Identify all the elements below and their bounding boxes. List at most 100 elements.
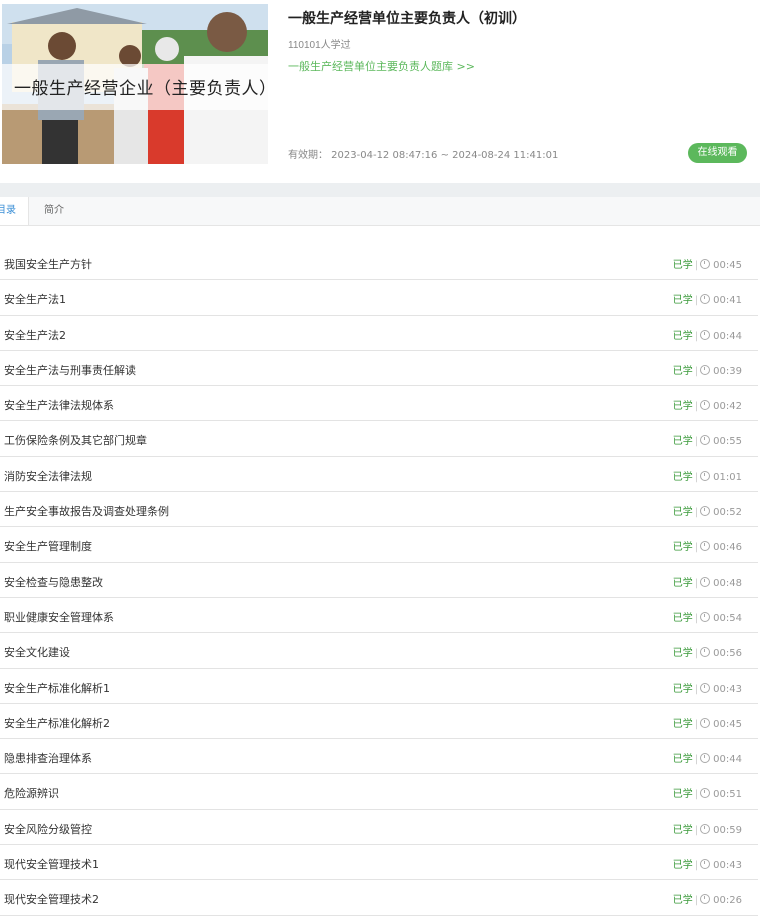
lesson-row[interactable]: 生产安全事故报告及调查处理条例 已学 | 00:52 <box>0 492 758 528</box>
meta-separator: | <box>694 648 699 660</box>
meta-separator: | <box>694 330 699 342</box>
lesson-row[interactable]: 职业健康安全管理体系 已学 | 00:54 <box>0 598 758 634</box>
watch-online-button[interactable]: 在线观看 <box>688 143 747 163</box>
lesson-duration: 00:41 <box>713 295 742 307</box>
validity-period: 有效期： 2023-04-12 08:47:16 ~ 2024-08-24 11… <box>288 150 559 161</box>
lesson-row[interactable]: 安全生产法1 已学 | 00:41 <box>0 280 758 316</box>
lesson-meta: 已学 | 00:55 <box>673 432 742 447</box>
clock-icon <box>700 506 711 517</box>
lesson-title: 隐患排查治理体系 <box>4 752 92 766</box>
lesson-duration: 00:43 <box>713 683 742 695</box>
lesson-meta: 已学 | 00:42 <box>673 397 742 412</box>
meta-separator: | <box>694 260 699 271</box>
course-title: 一般生产经营单位主要负责人（初训） <box>288 11 526 27</box>
lesson-row[interactable]: 安全风险分级管控 已学 | 00:59 <box>0 810 758 846</box>
clock-icon <box>700 682 711 693</box>
lesson-status: 已学 <box>672 895 693 907</box>
lesson-status: 已学 <box>672 542 693 554</box>
meta-separator: | <box>694 365 699 377</box>
lesson-duration: 00:48 <box>713 577 742 589</box>
clock-icon <box>700 364 711 375</box>
lesson-duration: 00:55 <box>713 436 742 448</box>
course-tabs: 目录 简介 <box>0 197 760 226</box>
lesson-duration: 00:51 <box>713 789 742 801</box>
learner-count: 110101人学过 <box>288 40 351 51</box>
lesson-status: 已学 <box>672 365 693 377</box>
clock-icon <box>700 717 711 728</box>
lesson-duration: 00:45 <box>713 260 742 271</box>
lesson-row[interactable]: 工伤保险条例及其它部门规章 已学 | 00:55 <box>0 421 758 457</box>
lesson-title: 危险源辨识 <box>4 787 59 801</box>
question-bank-link[interactable]: 一般生产经营单位主要负责人题库 >> <box>288 58 475 74</box>
meta-separator: | <box>694 436 699 448</box>
lesson-duration: 00:44 <box>713 754 742 766</box>
meta-separator: | <box>694 824 699 836</box>
lesson-duration: 00:54 <box>713 612 742 624</box>
clock-icon <box>700 470 711 481</box>
lesson-meta: 已学 | 00:46 <box>673 538 742 553</box>
lesson-status: 已学 <box>672 507 693 519</box>
lesson-title: 职业健康安全管理体系 <box>4 610 114 624</box>
meta-separator: | <box>694 754 699 766</box>
lesson-title: 消防安全法律法规 <box>4 469 92 483</box>
lesson-title: 安全生产法1 <box>4 293 66 307</box>
lesson-title: 生产安全事故报告及调查处理条例 <box>4 505 169 519</box>
lesson-title: 安全生产法与刑事责任解读 <box>4 363 136 377</box>
lesson-duration: 00:26 <box>713 895 742 907</box>
lesson-title: 安全文化建设 <box>4 646 70 660</box>
clock-icon <box>700 753 711 764</box>
lesson-row[interactable]: 安全生产法律法规体系 已学 | 00:42 <box>0 386 758 422</box>
lesson-row[interactable]: 隐患排查治理体系 已学 | 00:44 <box>0 739 758 775</box>
meta-separator: | <box>694 718 699 730</box>
clock-icon <box>700 541 711 552</box>
clock-icon <box>700 435 711 446</box>
lesson-duration: 00:39 <box>713 365 742 377</box>
lesson-row[interactable]: 安全生产管理制度 已学 | 00:46 <box>0 527 758 563</box>
lesson-status: 已学 <box>672 612 693 624</box>
lesson-row[interactable]: 现代安全管理技术2 已学 | 00:26 <box>0 880 758 916</box>
lesson-meta: 已学 | 00:51 <box>673 785 742 800</box>
lesson-title: 我国安全生产方针 <box>4 258 92 271</box>
lesson-title: 安全生产法律法规体系 <box>4 399 114 413</box>
lesson-status: 已学 <box>672 471 693 483</box>
lesson-meta: 已学 | 00:39 <box>673 362 742 377</box>
lesson-meta: 已学 | 00:45 <box>673 256 742 271</box>
lesson-meta: 已学 | 00:44 <box>673 327 742 342</box>
lesson-status: 已学 <box>672 824 693 836</box>
lesson-status: 已学 <box>672 789 693 801</box>
lesson-row[interactable]: 我国安全生产方针 已学 | 00:45 <box>0 245 758 281</box>
lesson-row[interactable]: 现代安全管理技术1 已学 | 00:43 <box>0 845 758 881</box>
clock-icon <box>700 611 711 622</box>
lesson-meta: 已学 | 00:45 <box>673 715 742 730</box>
lesson-title: 工伤保险条例及其它部门规章 <box>4 434 147 448</box>
meta-separator: | <box>694 612 699 624</box>
lesson-duration: 00:59 <box>713 824 742 836</box>
course-cover-image[interactable]: 一般生产经营企业（主要负责人） <box>2 4 268 164</box>
lesson-row[interactable]: 安全生产标准化解析2 已学 | 00:45 <box>0 704 758 740</box>
meta-separator: | <box>694 542 699 554</box>
meta-separator: | <box>694 507 699 519</box>
lesson-status: 已学 <box>672 648 693 660</box>
lesson-row[interactable]: 消防安全法律法规 已学 | 01:01 <box>0 457 758 493</box>
lesson-row[interactable]: 安全生产标准化解析1 已学 | 00:43 <box>0 669 758 704</box>
lesson-row[interactable]: 安全文化建设 已学 | 00:56 <box>0 633 758 669</box>
lesson-row[interactable]: 安全检查与隐患整改 已学 | 00:48 <box>0 563 758 598</box>
lesson-status: 已学 <box>672 754 693 766</box>
tab-catalog[interactable]: 目录 <box>0 197 29 225</box>
lesson-title: 安全风险分级管控 <box>4 822 92 836</box>
lesson-row[interactable]: 安全生产法与刑事责任解读 已学 | 00:39 <box>0 351 758 387</box>
lesson-row[interactable]: 危险源辨识 已学 | 00:51 <box>0 774 758 810</box>
clock-icon <box>700 400 711 411</box>
clock-icon <box>700 647 711 658</box>
tab-intro[interactable]: 简介 <box>44 197 64 225</box>
section-divider <box>0 183 760 197</box>
clock-icon <box>700 823 711 834</box>
lesson-status: 已学 <box>672 683 693 695</box>
meta-separator: | <box>694 860 699 872</box>
lesson-meta: 已学 | 00:48 <box>673 574 742 589</box>
meta-separator: | <box>694 295 699 307</box>
clock-icon <box>700 788 711 799</box>
lesson-row[interactable]: 安全生产法2 已学 | 00:44 <box>0 316 758 351</box>
lesson-duration: 00:42 <box>713 401 742 413</box>
lesson-title: 安全检查与隐患整改 <box>4 575 103 589</box>
